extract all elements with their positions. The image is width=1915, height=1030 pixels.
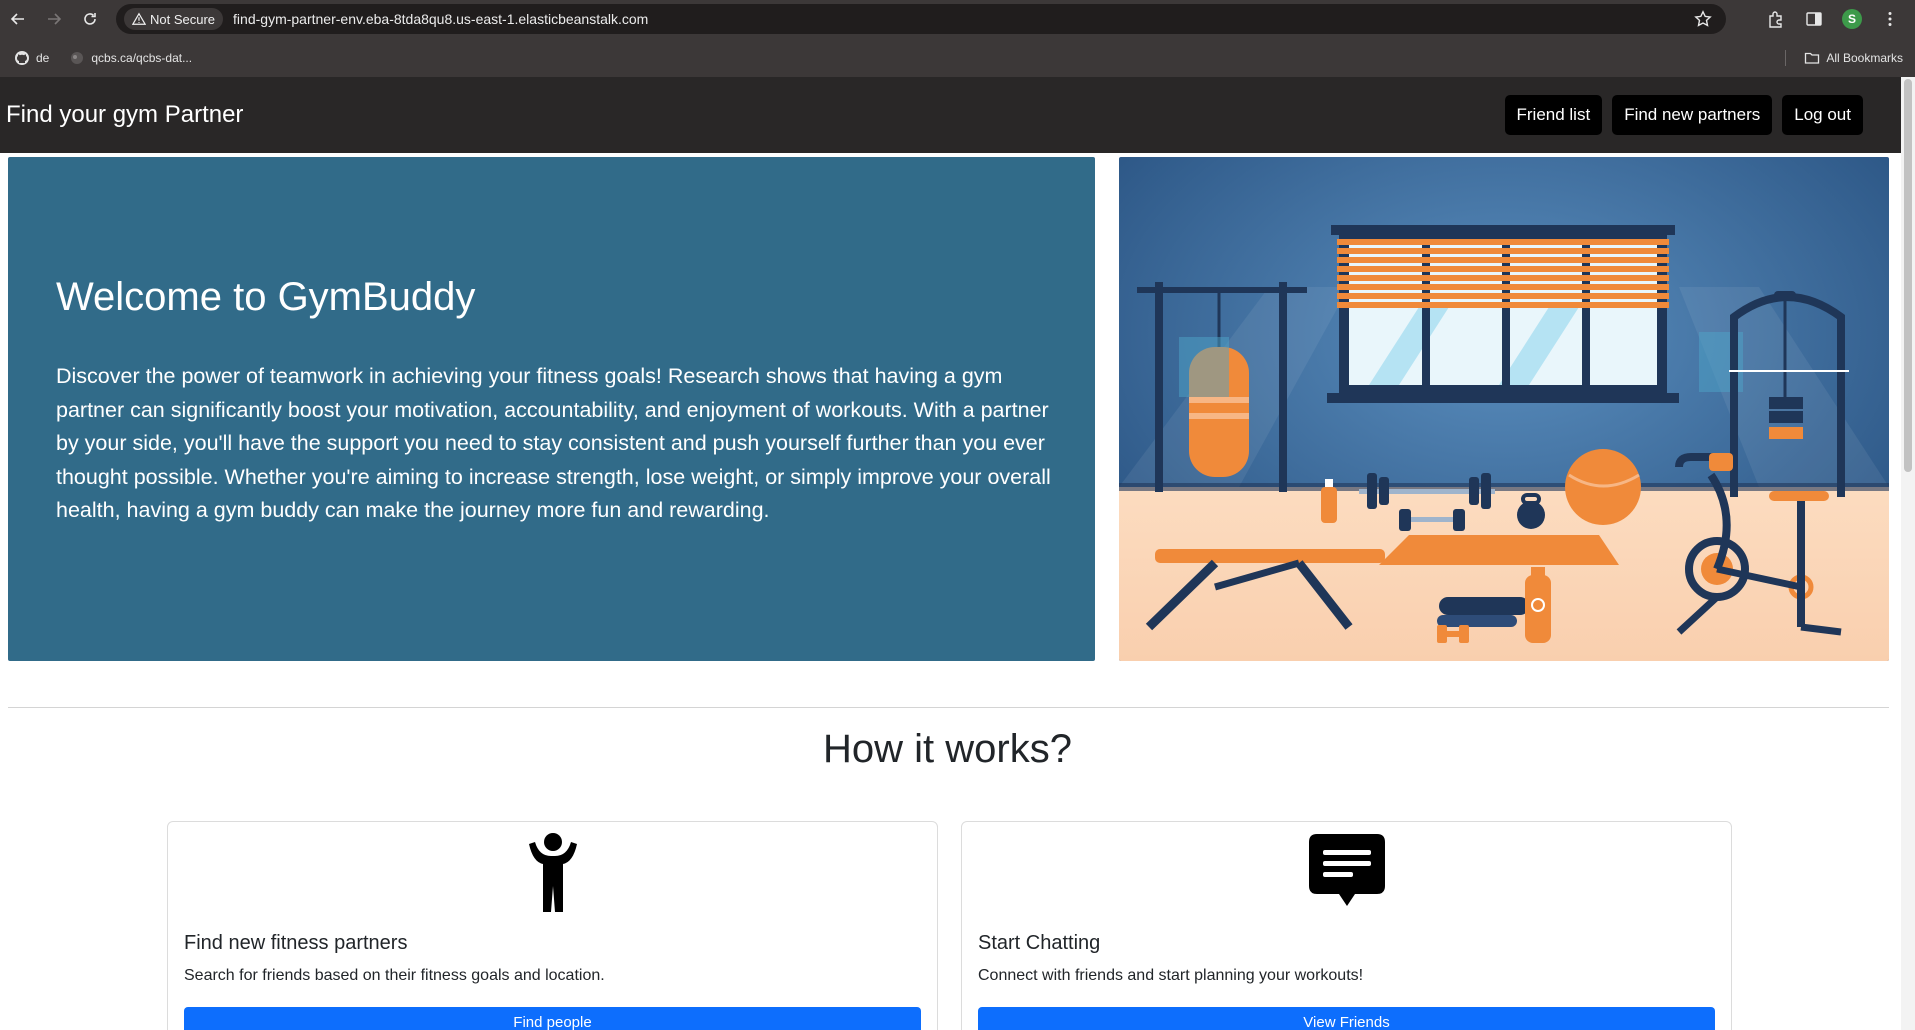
warning-icon [132, 12, 146, 25]
folder-icon [1805, 52, 1820, 64]
extensions-icon[interactable] [1759, 2, 1793, 36]
bookmark-label: de [36, 51, 50, 65]
url-text[interactable]: find-gym-partner-env.eba-8tda8qu8.us-eas… [233, 11, 648, 27]
chat-icon [962, 830, 1731, 914]
card-text: Connect with friends and start planning … [978, 967, 1364, 984]
security-chip[interactable]: Not Secure [124, 8, 224, 30]
bookmark-label: qcbs.ca/qcbs-dat... [91, 51, 193, 65]
address-bar[interactable]: Not Secure find-gym-partner-env.eba-8tda… [116, 4, 1726, 34]
bookmark-star-icon[interactable] [1694, 10, 1712, 28]
hero-section: Welcome to GymBuddy Discover the power o… [8, 157, 1095, 661]
hero-title: Welcome to GymBuddy [56, 275, 476, 319]
card-text: Search for friends based on their fitnes… [184, 967, 605, 984]
side-panel-icon[interactable] [1797, 2, 1831, 36]
github-icon [15, 51, 29, 65]
back-icon[interactable] [0, 0, 36, 38]
divider [1785, 50, 1787, 66]
site-icon [71, 52, 84, 64]
forward-icon[interactable] [36, 0, 72, 38]
nav-actions: Friend list Find new partners Log out [1504, 95, 1863, 135]
avatar: S [1842, 9, 1862, 29]
scrollbar-thumb[interactable] [1904, 79, 1912, 472]
site-brand[interactable]: Find your gym Partner [6, 101, 243, 129]
all-bookmarks-label: All Bookmarks [1826, 51, 1903, 65]
feature-card-start-chatting: Start Chatting Connect with friends and … [961, 821, 1732, 1030]
security-label: Not Secure [150, 11, 216, 27]
bookmarks-bar: de qcbs.ca/qcbs-dat... All Bookmarks [0, 46, 1915, 70]
how-it-works-title: How it works? [823, 727, 1072, 771]
page: Find your gym Partner Friend list Find n… [0, 77, 1915, 1030]
site-navbar: Find your gym Partner Friend list Find n… [0, 77, 1915, 153]
hero-description: Discover the power of teamwork in achiev… [56, 364, 1051, 523]
page-scrollbar[interactable] [1901, 77, 1915, 1030]
log-out-button[interactable]: Log out [1782, 95, 1863, 135]
card-title: Find new fitness partners [184, 932, 408, 954]
friend-list-button[interactable]: Friend list [1504, 95, 1603, 135]
browser-chrome: Not Secure find-gym-partner-env.eba-8tda… [0, 0, 1915, 77]
all-bookmarks-button[interactable]: All Bookmarks [1785, 46, 1903, 70]
profile-button[interactable]: S [1835, 2, 1869, 36]
find-people-button[interactable]: Find people [184, 1007, 921, 1030]
more-menu-icon[interactable] [1873, 2, 1907, 36]
section-divider [8, 707, 1889, 708]
reload-icon[interactable] [72, 0, 108, 38]
feature-card-find-partners: Find new fitness partners Search for fri… [167, 821, 938, 1030]
card-title: Start Chatting [978, 932, 1101, 954]
toolbar-right: S [1759, 0, 1915, 38]
view-friends-button[interactable]: View Friends [978, 1007, 1715, 1030]
bookmark-item[interactable]: qcbs.ca/qcbs-dat... [63, 50, 198, 66]
bookmark-item[interactable]: de [8, 50, 55, 66]
person-icon [168, 830, 937, 914]
find-new-partners-button[interactable]: Find new partners [1612, 95, 1773, 135]
gym-illustration [1119, 157, 1889, 661]
